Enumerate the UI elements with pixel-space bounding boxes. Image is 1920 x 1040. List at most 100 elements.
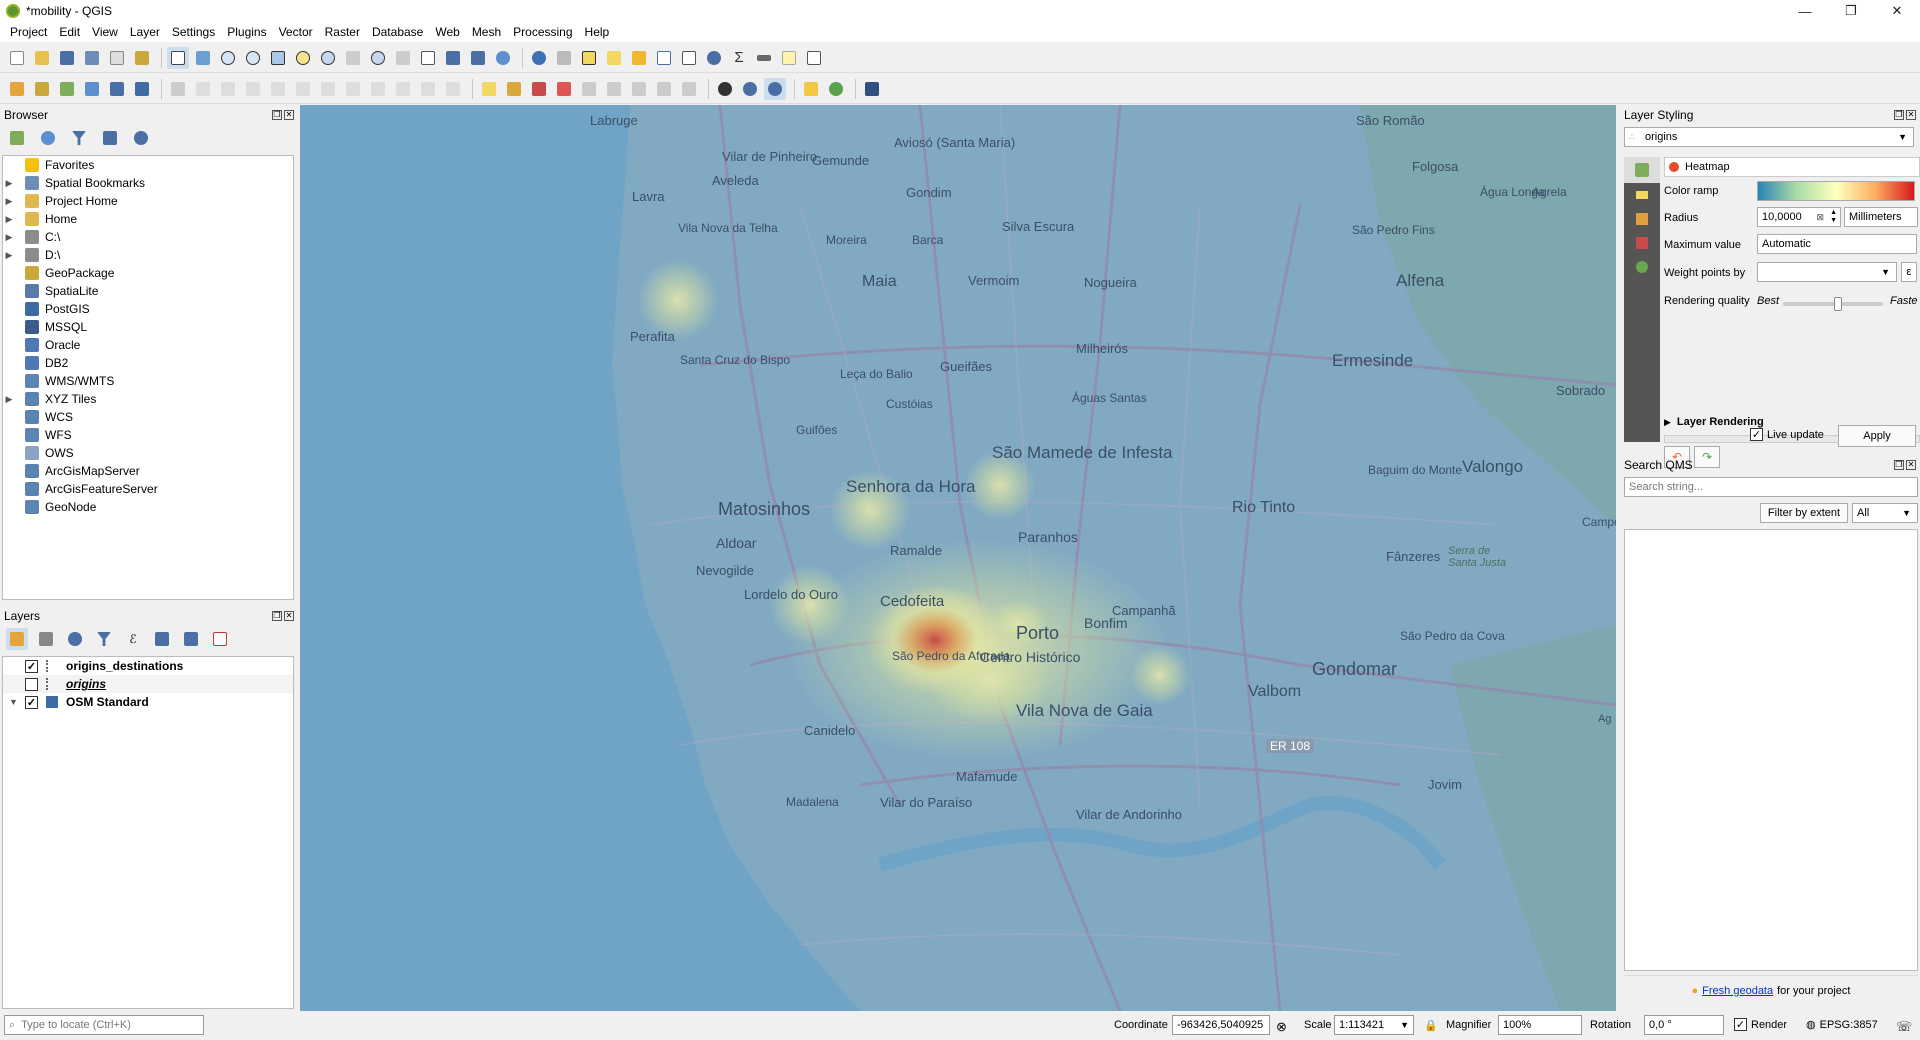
style-manager-icon[interactable] bbox=[131, 47, 153, 69]
close-panel-icon[interactable]: ✕ bbox=[1906, 110, 1916, 120]
deselect-icon[interactable] bbox=[628, 47, 650, 69]
label-unpin-icon[interactable] bbox=[678, 78, 700, 100]
copy-features-icon[interactable] bbox=[367, 78, 389, 100]
map-canvas[interactable]: Labruge São Romão Vilar de Pinheiro Gemunde… bbox=[300, 105, 1616, 1011]
current-edits-icon[interactable] bbox=[192, 78, 214, 100]
live-update-checkbox[interactable]: ✓ Live update bbox=[1750, 428, 1824, 441]
3d-view-tab-icon[interactable] bbox=[1624, 207, 1660, 231]
label-show-icon[interactable] bbox=[653, 78, 675, 100]
menu-project[interactable]: Project bbox=[4, 25, 53, 39]
remove-layer-icon[interactable] bbox=[209, 628, 231, 650]
qms-search-icon[interactable] bbox=[739, 78, 761, 100]
max-value-input[interactable]: Automatic bbox=[1757, 234, 1917, 254]
menu-settings[interactable]: Settings bbox=[166, 25, 221, 39]
render-checkbox[interactable]: ✓ Render bbox=[1734, 1018, 1787, 1031]
browser-item[interactable]: Oracle bbox=[3, 336, 293, 354]
browser-item[interactable]: OWS bbox=[3, 444, 293, 462]
undo-icon[interactable] bbox=[417, 78, 439, 100]
layer-visibility-checkbox[interactable]: ✓ bbox=[25, 659, 38, 673]
quality-slider[interactable] bbox=[1783, 297, 1883, 311]
layer-select[interactable]: ∴ origins ▼ bbox=[1624, 127, 1914, 147]
label-pin-icon[interactable] bbox=[503, 78, 525, 100]
open-project-icon[interactable] bbox=[31, 47, 53, 69]
browser-item[interactable]: GeoPackage bbox=[3, 264, 293, 282]
expand-arrow-icon[interactable]: ▶ bbox=[3, 232, 15, 243]
save-project-icon[interactable] bbox=[56, 47, 78, 69]
filter-by-extent-button[interactable]: Filter by extent bbox=[1760, 503, 1848, 523]
label-rotate-icon[interactable] bbox=[603, 78, 625, 100]
restore-button[interactable]: ❐ bbox=[1828, 0, 1874, 22]
checkbox[interactable]: ✓ bbox=[1734, 1018, 1747, 1031]
checkbox[interactable]: ✓ bbox=[1750, 428, 1763, 441]
zoom-native-icon[interactable] bbox=[342, 47, 364, 69]
add-vector-layer-icon[interactable] bbox=[56, 78, 78, 100]
manage-themes-icon[interactable] bbox=[64, 628, 86, 650]
menu-edit[interactable]: Edit bbox=[53, 25, 86, 39]
python-console-icon[interactable] bbox=[800, 78, 822, 100]
layer-styling-icon[interactable] bbox=[6, 628, 28, 650]
add-selected-layers-icon[interactable] bbox=[6, 127, 28, 149]
menu-plugins[interactable]: Plugins bbox=[221, 25, 272, 39]
info-icon[interactable] bbox=[130, 127, 152, 149]
label-hide-icon[interactable] bbox=[553, 78, 575, 100]
identify-icon[interactable] bbox=[528, 47, 550, 69]
qms-icon[interactable] bbox=[714, 78, 736, 100]
lock-scale-icon[interactable]: 🔒 bbox=[1424, 1019, 1438, 1032]
filter-icon[interactable] bbox=[68, 127, 90, 149]
locator-input[interactable]: ⌕ Type to locate (Ctrl+K) bbox=[4, 1015, 204, 1035]
browser-item[interactable]: ArcGisFeatureServer bbox=[3, 480, 293, 498]
redo-icon[interactable] bbox=[442, 78, 464, 100]
close-panel-icon[interactable]: ✕ bbox=[284, 110, 294, 120]
zoom-selection-icon[interactable] bbox=[292, 47, 314, 69]
browser-item[interactable]: ArcGisMapServer bbox=[3, 462, 293, 480]
save-edits-icon[interactable] bbox=[217, 78, 239, 100]
layer-visibility-checkbox[interactable]: ✓ bbox=[25, 695, 38, 709]
filter-expression-icon[interactable]: ℰ bbox=[122, 628, 144, 650]
expand-arrow-icon[interactable]: ▶ bbox=[3, 178, 15, 189]
browser-item[interactable]: WCS bbox=[3, 408, 293, 426]
filter-legend-icon[interactable] bbox=[93, 628, 115, 650]
delete-selected-icon[interactable] bbox=[317, 78, 339, 100]
digitize-icon[interactable] bbox=[242, 78, 264, 100]
menu-vector[interactable]: Vector bbox=[273, 25, 319, 39]
toggle-editing-icon[interactable] bbox=[167, 78, 189, 100]
clear-icon[interactable]: ⊠ bbox=[1816, 212, 1824, 223]
label-icon[interactable] bbox=[478, 78, 500, 100]
zoom-full-icon[interactable] bbox=[267, 47, 289, 69]
apply-button[interactable]: Apply bbox=[1838, 425, 1916, 447]
actions-icon[interactable] bbox=[553, 47, 575, 69]
close-panel-icon[interactable]: ✕ bbox=[284, 611, 294, 621]
color-ramp-button[interactable] bbox=[1757, 181, 1915, 201]
browser-item[interactable]: ▶ D:\ bbox=[3, 246, 293, 264]
statistics-icon[interactable]: Σ bbox=[728, 47, 750, 69]
print-layout-icon[interactable] bbox=[106, 47, 128, 69]
browser-item[interactable]: WFS bbox=[3, 426, 293, 444]
layer-row[interactable]: origins bbox=[3, 675, 293, 693]
plugin-globe-icon[interactable] bbox=[825, 78, 847, 100]
browser-item[interactable]: MSSQL bbox=[3, 318, 293, 336]
zoom-last-icon[interactable] bbox=[367, 47, 389, 69]
add-wms-layer-icon[interactable] bbox=[131, 78, 153, 100]
collapse-all-icon[interactable] bbox=[180, 628, 202, 650]
rotation-input[interactable]: 0,0 ° bbox=[1644, 1015, 1724, 1035]
browser-item[interactable]: Favorites bbox=[3, 156, 293, 174]
browser-item[interactable]: GeoNode bbox=[3, 498, 293, 516]
close-button[interactable]: ✕ bbox=[1874, 0, 1920, 22]
browser-item[interactable]: DB2 bbox=[3, 354, 293, 372]
float-icon[interactable]: ❐ bbox=[272, 611, 282, 621]
radius-input[interactable]: 10,0000 ⊠ ▲ ▼ bbox=[1757, 207, 1841, 227]
messages-icon[interactable]: ☏ bbox=[1896, 1019, 1912, 1035]
expand-arrow-icon[interactable]: ▶ bbox=[3, 394, 15, 405]
help-plugin-icon[interactable] bbox=[861, 78, 883, 100]
collapse-all-icon[interactable] bbox=[99, 127, 121, 149]
cut-features-icon[interactable] bbox=[342, 78, 364, 100]
magnifier-input[interactable]: 100% bbox=[1498, 1015, 1582, 1035]
menu-mesh[interactable]: Mesh bbox=[466, 25, 507, 39]
browser-item[interactable]: ▶ Spatial Bookmarks bbox=[3, 174, 293, 192]
browser-item[interactable]: ▶ Home bbox=[3, 210, 293, 228]
weight-field-select[interactable]: ▼ bbox=[1757, 262, 1897, 282]
zoom-in-icon[interactable] bbox=[217, 47, 239, 69]
menu-raster[interactable]: Raster bbox=[319, 25, 366, 39]
scale-select[interactable]: 1:113421 ▼ bbox=[1334, 1015, 1414, 1035]
add-mesh-layer-icon[interactable] bbox=[106, 78, 128, 100]
